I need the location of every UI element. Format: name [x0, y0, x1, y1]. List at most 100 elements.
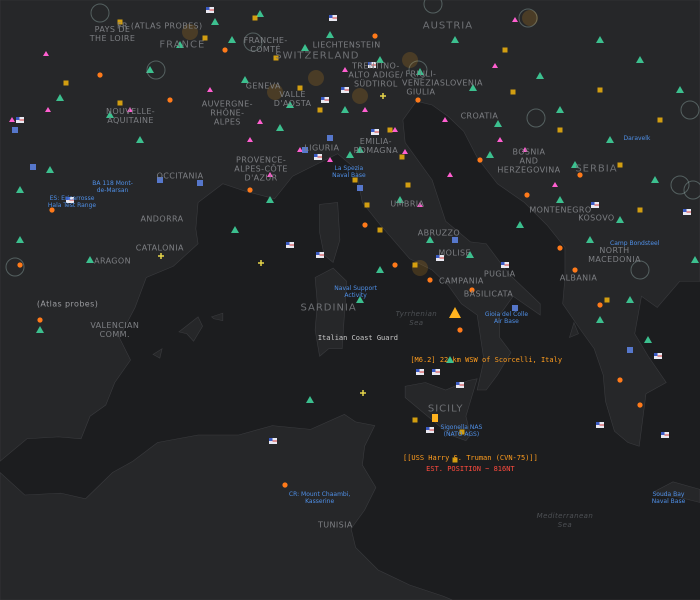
facility-icon[interactable]: [617, 162, 623, 168]
base-label[interactable]: Gioia del Colle Air Base: [485, 311, 528, 325]
incident-dot-icon[interactable]: [572, 267, 578, 273]
incident-dot-icon[interactable]: [597, 302, 603, 308]
military-site-icon[interactable]: [257, 119, 263, 124]
incident-dot-icon[interactable]: [282, 482, 288, 488]
facility-icon[interactable]: [364, 202, 370, 208]
incident-dot-icon[interactable]: [457, 327, 463, 333]
nuclear-site-icon[interactable]: [16, 236, 24, 243]
base-label[interactable]: Sigonella NAS (NATO AGS): [441, 424, 483, 438]
nuclear-site-icon[interactable]: [231, 226, 239, 233]
base-label[interactable]: La Spezia Naval Base: [332, 165, 366, 179]
us-flag-stripe-icon[interactable]: [317, 156, 323, 158]
radar-site-icon[interactable]: [512, 305, 518, 311]
us-flag-stripe-icon[interactable]: [459, 384, 465, 386]
us-flag-stripe-icon[interactable]: [332, 17, 338, 19]
heat-glow-icon[interactable]: [522, 10, 538, 26]
us-flag-stripe-icon[interactable]: [272, 440, 278, 442]
us-flag-canton-icon[interactable]: [321, 97, 325, 100]
base-label[interactable]: Souda Bay Naval Base: [652, 491, 686, 505]
nuclear-site-icon[interactable]: [86, 256, 94, 263]
facility-icon[interactable]: [657, 117, 663, 123]
us-flag-stripe-icon[interactable]: [664, 434, 670, 436]
facility-icon[interactable]: [604, 297, 610, 303]
us-flag-stripe-icon[interactable]: [319, 254, 325, 256]
military-site-icon[interactable]: [247, 137, 253, 142]
incident-dot-icon[interactable]: [17, 262, 23, 268]
incident-dot-icon[interactable]: [637, 402, 643, 408]
us-flag-stripe-icon[interactable]: [324, 99, 330, 101]
nuclear-site-icon[interactable]: [644, 336, 652, 343]
heat-glow-icon[interactable]: [308, 70, 324, 86]
incident-dot-icon[interactable]: [557, 245, 563, 251]
military-site-icon[interactable]: [492, 63, 498, 68]
military-site-icon[interactable]: [45, 107, 51, 112]
facility-icon[interactable]: [377, 227, 383, 233]
us-flag-canton-icon[interactable]: [432, 369, 436, 372]
incident-dot-icon[interactable]: [477, 157, 483, 163]
us-flag-stripe-icon[interactable]: [374, 131, 380, 133]
nuclear-site-icon[interactable]: [616, 216, 624, 223]
nuclear-site-icon[interactable]: [651, 176, 659, 183]
us-flag-stripe-icon[interactable]: [594, 204, 600, 206]
nuclear-site-icon[interactable]: [211, 18, 219, 25]
radar-site-icon[interactable]: [30, 164, 36, 170]
facility-icon[interactable]: [63, 80, 69, 86]
carrier-icon[interactable]: [432, 414, 438, 422]
incident-dot-icon[interactable]: [372, 33, 378, 39]
heat-glow-icon[interactable]: [402, 52, 418, 68]
facility-icon[interactable]: [399, 154, 405, 160]
us-flag-canton-icon[interactable]: [456, 382, 460, 385]
nuclear-site-icon[interactable]: [376, 266, 384, 273]
incident-dot-icon[interactable]: [427, 277, 433, 283]
us-flag-canton-icon[interactable]: [426, 427, 430, 430]
facility-icon[interactable]: [557, 127, 563, 133]
nuclear-site-icon[interactable]: [136, 136, 144, 143]
military-site-icon[interactable]: [362, 107, 368, 112]
nuclear-site-icon[interactable]: [56, 94, 64, 101]
aircraft-icon[interactable]: [258, 260, 264, 266]
alert-label[interactable]: EST. POSITION ~ 816NT: [426, 465, 515, 473]
incident-dot-icon[interactable]: [37, 317, 43, 323]
us-flag-canton-icon[interactable]: [341, 87, 345, 90]
incident-dot-icon[interactable]: [392, 262, 398, 268]
nuclear-site-icon[interactable]: [36, 326, 44, 333]
nuclear-site-icon[interactable]: [691, 256, 699, 263]
incident-dot-icon[interactable]: [617, 377, 623, 383]
us-flag-canton-icon[interactable]: [683, 209, 687, 212]
coast-guard-label[interactable]: Italian Coast Guard: [318, 334, 398, 342]
base-label[interactable]: Camp Bondsteel: [610, 240, 659, 247]
incident-dot-icon[interactable]: [362, 222, 368, 228]
nuclear-site-icon[interactable]: [266, 196, 274, 203]
military-site-icon[interactable]: [327, 157, 333, 162]
incident-dot-icon[interactable]: [167, 97, 173, 103]
nuclear-site-icon[interactable]: [341, 106, 349, 113]
facility-icon[interactable]: [317, 107, 323, 113]
cluster-hub-icon[interactable]: [90, 3, 110, 23]
us-flag-canton-icon[interactable]: [501, 262, 505, 265]
facility-icon[interactable]: [502, 47, 508, 53]
us-flag-stripe-icon[interactable]: [599, 424, 605, 426]
nuclear-site-icon[interactable]: [228, 36, 236, 43]
us-flag-canton-icon[interactable]: [314, 154, 318, 157]
military-site-icon[interactable]: [342, 67, 348, 72]
us-flag-canton-icon[interactable]: [316, 252, 320, 255]
facility-icon[interactable]: [412, 417, 418, 423]
base-label[interactable]: BA 118 Mont- de-Marsan: [92, 180, 133, 194]
cluster-hub-icon[interactable]: [683, 180, 700, 200]
nuclear-site-icon[interactable]: [586, 236, 594, 243]
nuclear-site-icon[interactable]: [676, 86, 684, 93]
nuclear-site-icon[interactable]: [626, 296, 634, 303]
military-site-icon[interactable]: [207, 87, 213, 92]
base-label[interactable]: Naval Support Activity: [334, 285, 377, 299]
incident-dot-icon[interactable]: [247, 187, 253, 193]
cluster-hub-icon[interactable]: [423, 0, 443, 14]
military-site-icon[interactable]: [9, 117, 15, 122]
nuclear-site-icon[interactable]: [426, 236, 434, 243]
nuclear-site-icon[interactable]: [556, 196, 564, 203]
radar-site-icon[interactable]: [327, 135, 333, 141]
base-label[interactable]: Daravelk: [624, 135, 651, 142]
base-label[interactable]: CR: Mount Chaambi, Kasserine: [289, 491, 350, 505]
us-flag-canton-icon[interactable]: [661, 432, 665, 435]
cluster-hub-icon[interactable]: [526, 108, 546, 128]
aircraft-icon[interactable]: [380, 93, 386, 99]
